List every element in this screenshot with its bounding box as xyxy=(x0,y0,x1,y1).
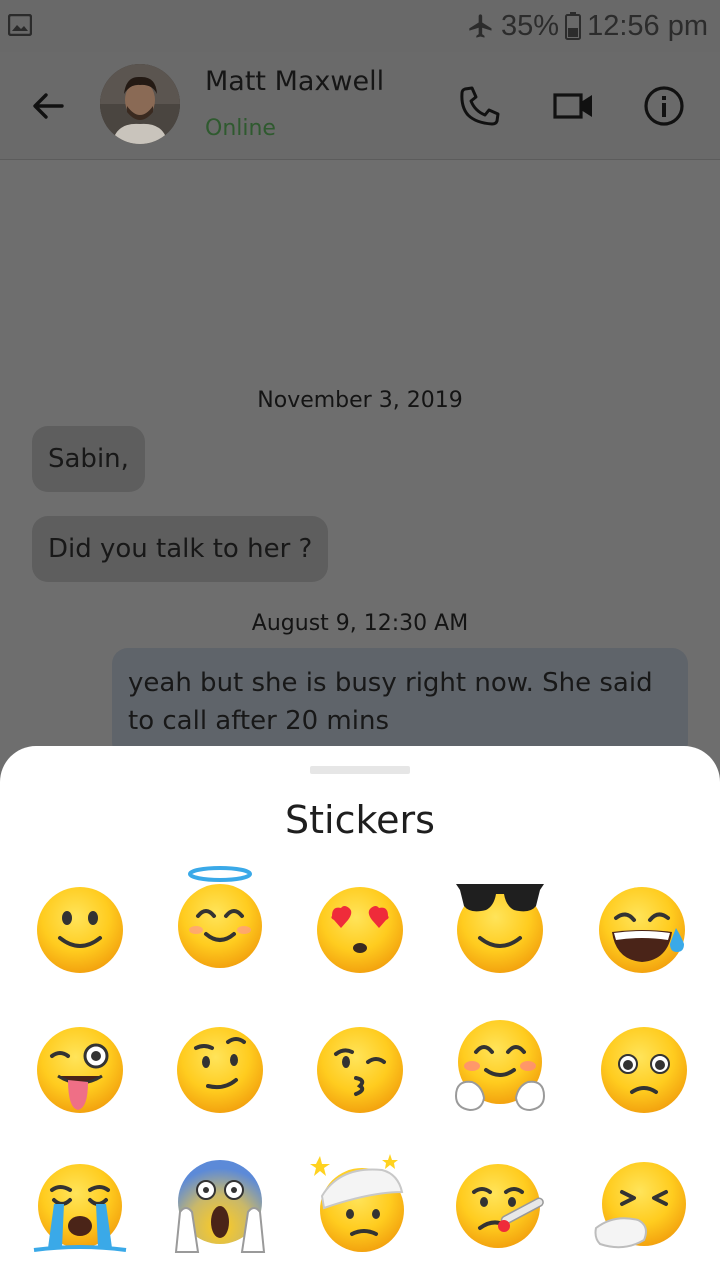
face-with-raised-eyebrow-icon[interactable] xyxy=(170,1018,270,1118)
clock: 12:56 pm xyxy=(587,9,708,42)
battery-percent: 35% xyxy=(501,9,560,42)
sheet-drag-handle[interactable] xyxy=(310,766,410,774)
airplane-icon xyxy=(469,14,492,38)
avatar[interactable] xyxy=(100,64,180,144)
face-screaming-in-fear-icon[interactable] xyxy=(170,1156,270,1256)
slightly-smiling-face-icon[interactable] xyxy=(30,878,130,978)
video-camera-icon[interactable] xyxy=(550,82,598,130)
battery-icon xyxy=(565,12,582,40)
info-icon[interactable] xyxy=(640,82,688,130)
message-bubble-outgoing[interactable]: yeah but she is busy right now. She said… xyxy=(112,648,688,758)
sticker-sheet: Stickers xyxy=(0,746,720,1280)
back-arrow-icon[interactable] xyxy=(26,84,70,128)
grinning-face-with-sweat-icon[interactable] xyxy=(594,878,694,978)
phone-icon[interactable] xyxy=(456,82,504,130)
face-blowing-kiss-icon[interactable] xyxy=(310,1018,410,1118)
date-separator: November 3, 2019 xyxy=(257,388,463,413)
sneezing-face-icon[interactable] xyxy=(594,1156,694,1256)
face-with-thermometer-icon[interactable] xyxy=(450,1156,550,1256)
hugging-face-icon[interactable] xyxy=(450,1014,550,1114)
status-right: 35% 12:56 pm xyxy=(467,8,708,44)
loudly-crying-face-icon[interactable] xyxy=(30,1156,130,1256)
winking-face-with-tongue-icon[interactable] xyxy=(30,1018,130,1118)
image-icon xyxy=(8,14,32,36)
sheet-title: Stickers xyxy=(285,798,435,842)
face-with-head-bandage-icon[interactable] xyxy=(310,1152,410,1252)
smiling-face-with-sunglasses-icon[interactable] xyxy=(450,868,550,973)
message-bubble-incoming[interactable]: Did you talk to her ? xyxy=(32,516,329,582)
contact-status: Online xyxy=(205,116,276,141)
status-bar: 35% 12:56 pm xyxy=(0,0,720,52)
contact-name[interactable]: Matt Maxwell xyxy=(205,66,384,97)
smiling-face-with-heart-eyes-icon[interactable] xyxy=(310,878,410,978)
smiling-face-with-halo-icon[interactable] xyxy=(170,864,270,968)
date-separator: August 9, 12:30 AM xyxy=(251,611,469,636)
avatar-photo xyxy=(100,64,180,144)
pleading-face-icon[interactable] xyxy=(594,1018,694,1118)
message-list[interactable]: November 3, 2019 Sabin, Did you talk to … xyxy=(0,160,720,758)
chat-header: Matt Maxwell Online xyxy=(0,52,720,160)
message-bubble-incoming[interactable]: Sabin, xyxy=(32,426,145,492)
